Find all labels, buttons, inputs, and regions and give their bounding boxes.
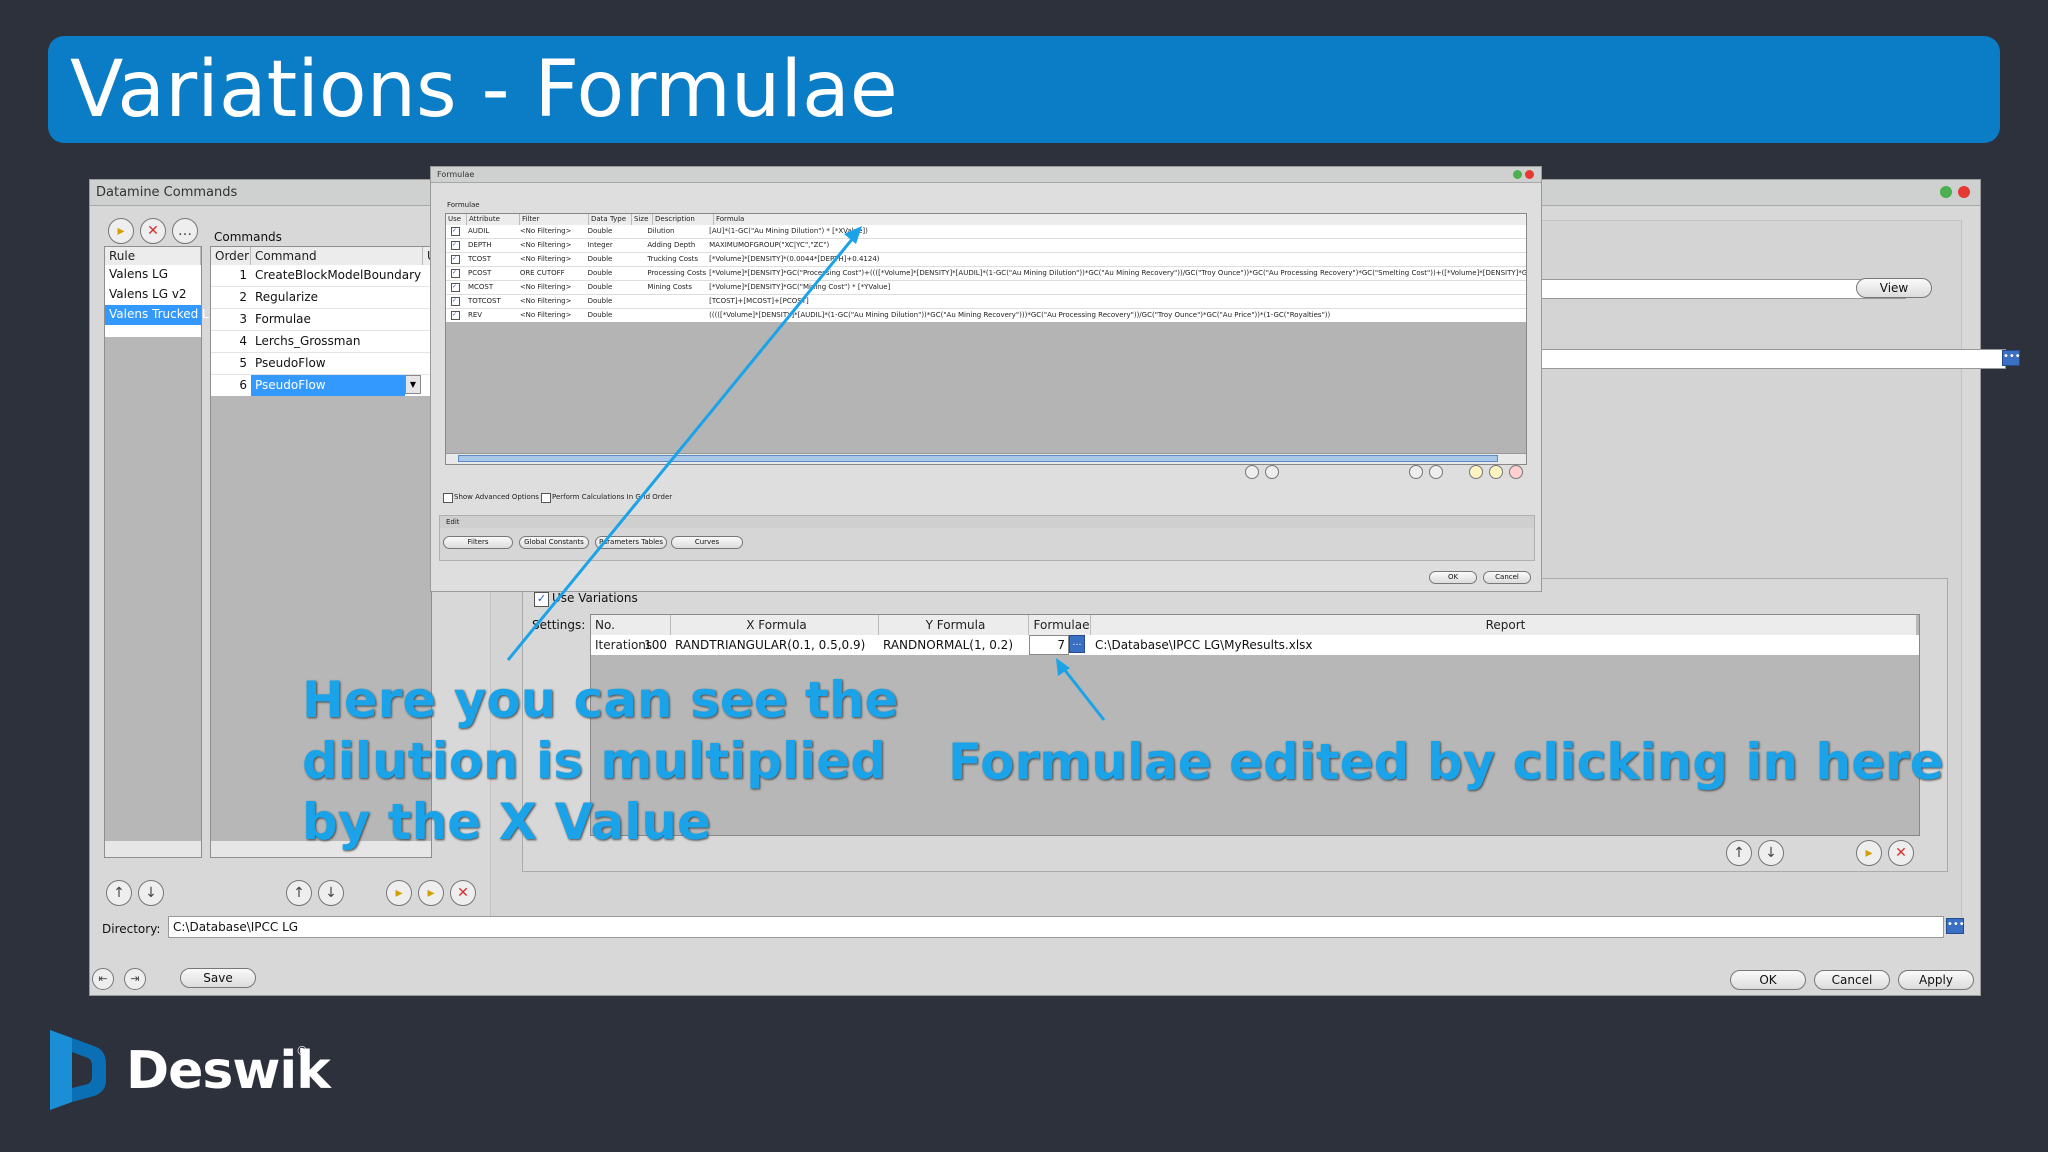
callout-left-line: dilution is multiplied: [302, 732, 887, 790]
callout-left-line: by the X Value: [302, 793, 711, 851]
arrow-head-xvalue: [844, 226, 862, 244]
arrow-to-xvalue: [506, 231, 860, 661]
annotation-arrows: [506, 226, 1106, 721]
arrow-to-formulae-button: [1058, 663, 1106, 721]
callout-left: Here you can see the dilution is multipl…: [302, 670, 898, 853]
callout-right: Formulae edited by clicking in here: [948, 733, 1944, 791]
deswik-logo-icon: [50, 1030, 106, 1110]
registered-mark: ®: [296, 1044, 308, 1058]
callout-left-line: Here you can see the: [302, 671, 899, 729]
